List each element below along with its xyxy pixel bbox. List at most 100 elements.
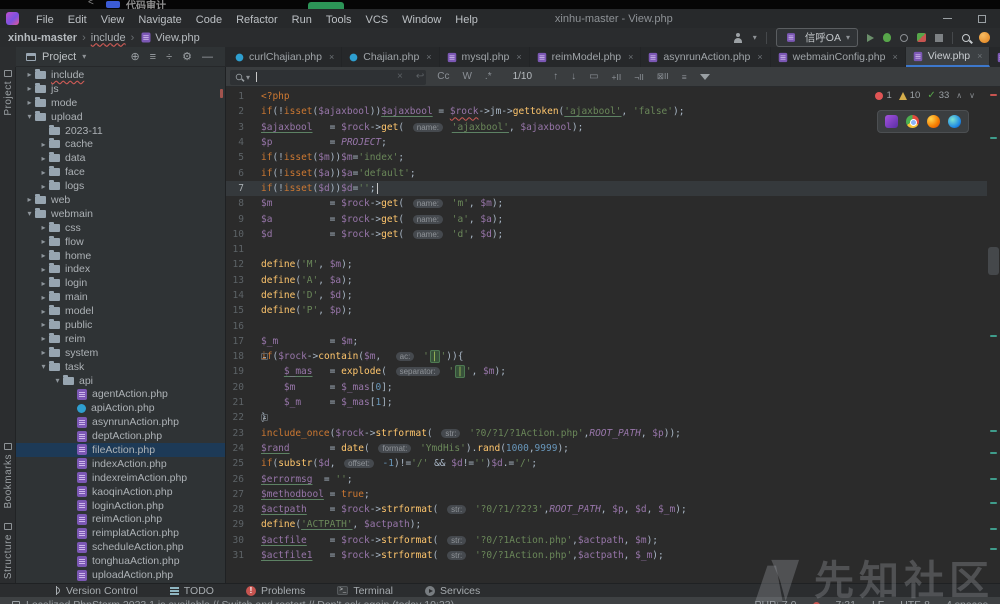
tree-item-data[interactable]: ▸data — [16, 151, 225, 165]
tree-item-mode[interactable]: ▸mode — [16, 96, 225, 110]
tree-item-indexaction-php[interactable]: indexAction.php — [16, 457, 225, 471]
stripe-bookmarks-button[interactable]: Bookmarks — [0, 443, 16, 509]
prev-problem-icon[interactable]: ∧ — [956, 91, 962, 100]
status-lf[interactable]: LF — [872, 599, 884, 604]
tree-item-api[interactable]: ▾api — [16, 374, 225, 388]
code-line-28[interactable]: 28$actpath = $rock->strformat( str: '?0/… — [226, 502, 987, 517]
toggle-w-icon[interactable]: W — [462, 71, 471, 82]
tab-mysql-php[interactable]: mysql.php× — [440, 47, 530, 67]
prev-occurrence-icon[interactable]: ↑ — [553, 71, 558, 82]
tree-item-js[interactable]: ▸js — [16, 82, 225, 96]
menu-navigate[interactable]: Navigate — [131, 14, 188, 26]
run-configuration-select[interactable]: 信呼OA ▾ — [776, 28, 858, 47]
settings-notification-icon[interactable] — [979, 32, 990, 43]
inspection-widget[interactable]: 1 10 ✓33 ∧ ∨ — [875, 90, 975, 101]
code-line-17[interactable]: 17$_m = $m; — [226, 334, 987, 349]
user-icon[interactable] — [733, 33, 744, 43]
remove-occurrence-icon[interactable]: ¬II — [634, 72, 644, 82]
status-message[interactable]: Localized PhpStorm 2023.1 is available /… — [26, 599, 454, 604]
project-panel-header[interactable]: Project ▾ ⊕≡÷⚙— — [16, 47, 225, 67]
search-history-icon[interactable]: ↩ — [416, 71, 424, 82]
tree-item-include[interactable]: ▸include — [16, 68, 225, 82]
code-line-16[interactable]: 16 — [226, 318, 987, 333]
code-line-23[interactable]: 23include_once($rock->strformat( str: '?… — [226, 426, 987, 441]
status-4-spaces[interactable]: 4 spaces — [946, 599, 988, 604]
menu-file[interactable]: File — [29, 14, 61, 26]
locate-icon[interactable]: ⊕ — [130, 50, 139, 63]
close-icon[interactable]: × — [516, 52, 521, 62]
tree-item-cache[interactable]: ▸cache — [16, 137, 225, 151]
next-problem-icon[interactable]: ∨ — [969, 91, 975, 100]
tree-item-task[interactable]: ▾task — [16, 360, 225, 374]
menu-vcs[interactable]: VCS — [359, 14, 396, 26]
code-line-5[interactable]: 5if(!isset($m))$m='index'; — [226, 150, 987, 165]
tab-asynrunaction-php[interactable]: asynrunAction.php× — [641, 47, 770, 67]
select-all-occurrences-icon[interactable]: ⊠II — [657, 71, 669, 82]
code-line-26[interactable]: 26$errormsg = ''; — [226, 471, 987, 486]
tree-item-system[interactable]: ▸system — [16, 346, 225, 360]
tree-item-reimplataction-php[interactable]: reimplatAction.php — [16, 526, 225, 540]
tree-item-scheduleaction-php[interactable]: scheduleAction.php — [16, 540, 225, 554]
tab-reimmodel-php[interactable]: reimModel.php× — [530, 47, 642, 67]
status-utf-8[interactable]: UTF-8 — [900, 599, 930, 604]
code-line-7[interactable]: 7if(!isset($d))$d=''; — [226, 181, 987, 196]
code-line-15[interactable]: 15define('P', $p); — [226, 303, 987, 318]
code-line-27[interactable]: 27$methodbool = true; — [226, 487, 987, 502]
menu-help[interactable]: Help — [448, 14, 485, 26]
close-icon[interactable]: × — [757, 52, 762, 62]
code-line-21[interactable]: 21 $_m = $_mas[1]; — [226, 395, 987, 410]
stripe-structure-button[interactable]: Structure — [0, 523, 16, 579]
code-line-6[interactable]: 6if(!isset($a))$a='default'; — [226, 165, 987, 180]
tree-item-reimaction-php[interactable]: reimAction.php — [16, 513, 225, 527]
tree-item-tonghuaaction-php[interactable]: tonghuaAction.php — [16, 554, 225, 568]
collapse-all-icon[interactable]: ÷ — [166, 51, 172, 63]
code-line-4[interactable]: 4$p = PROJECT; — [226, 135, 987, 150]
run-icon[interactable] — [867, 34, 874, 42]
tree-item-kaoqinaction-php[interactable]: kaoqinAction.php — [16, 485, 225, 499]
stop-icon[interactable] — [935, 34, 943, 42]
edge-icon[interactable] — [948, 115, 961, 128]
tab-curlchajian-php[interactable]: curlChajian.php× — [228, 47, 342, 67]
profiler-icon[interactable] — [917, 33, 926, 42]
expand-all-icon[interactable]: ≡ — [150, 51, 156, 63]
menu-edit[interactable]: Edit — [61, 14, 94, 26]
code-line-10[interactable]: 10$d = $rock->get( name: 'd', $d); — [226, 227, 987, 242]
status-php-7-0[interactable]: PHP: 7.0 — [754, 599, 796, 604]
tree-item-logs[interactable]: ▸logs — [16, 179, 225, 193]
code-line-14[interactable]: 14define('D', $d); — [226, 288, 987, 303]
tree-item-model[interactable]: ▸model — [16, 304, 225, 318]
restore-icon[interactable] — [978, 15, 986, 23]
close-icon[interactable]: × — [329, 52, 334, 62]
code-line-29[interactable]: 29define('ACTPATH', $actpath); — [226, 517, 987, 532]
toolwindow-terminal-button[interactable]: >_Terminal — [337, 585, 393, 597]
tree-item-fileaction-php[interactable]: fileAction.php — [16, 443, 225, 457]
menu-run[interactable]: Run — [285, 14, 319, 26]
debug-icon[interactable] — [883, 33, 891, 42]
toolwindow-services-button[interactable]: Services — [425, 585, 480, 597]
tree-item-indexreimaction-php[interactable]: indexreimAction.php — [16, 471, 225, 485]
coverage-icon[interactable] — [900, 34, 908, 42]
code-line-2[interactable]: 2if(!isset($ajaxbool))$ajaxbool = $rock-… — [226, 104, 987, 119]
tree-item-deptaction-php[interactable]: deptAction.php — [16, 429, 225, 443]
filter-icon[interactable] — [700, 74, 710, 80]
menu-view[interactable]: View — [94, 14, 132, 26]
toggle-cc-icon[interactable]: Cc — [437, 71, 449, 82]
tab-webmainconfig-php[interactable]: webmainConfig.php× — [771, 47, 906, 67]
tab-index-php[interactable]: index.php× — [990, 47, 1000, 67]
open-in-find-window-icon[interactable]: ▭ — [589, 71, 598, 82]
breadcrumb-view-php[interactable]: View.php — [155, 32, 199, 44]
tab-chajian-php[interactable]: Chajian.php× — [342, 47, 439, 67]
tree-item-css[interactable]: ▸css — [16, 221, 225, 235]
close-icon[interactable]: × — [628, 52, 633, 62]
tree-item-apiaction-php[interactable]: apiAction.php — [16, 401, 225, 415]
code-line-3[interactable]: 3$ajaxbool = $rock->get( name: 'ajaxbool… — [226, 120, 987, 135]
search-everywhere-icon[interactable] — [962, 34, 970, 42]
builtin-preview-icon[interactable] — [885, 115, 898, 128]
code-line-9[interactable]: 9$a = $rock->get( name: 'a', $a); — [226, 211, 987, 226]
toolwindow-version-control-button[interactable]: Version Control — [52, 585, 138, 597]
tree-item-reim[interactable]: ▸reim — [16, 332, 225, 346]
toolwindow-todo-button[interactable]: TODO — [170, 585, 214, 597]
tree-item-face[interactable]: ▸face — [16, 165, 225, 179]
clear-icon[interactable]: × — [397, 71, 403, 82]
breadcrumb-xinhu-master[interactable]: xinhu-master — [8, 32, 77, 44]
